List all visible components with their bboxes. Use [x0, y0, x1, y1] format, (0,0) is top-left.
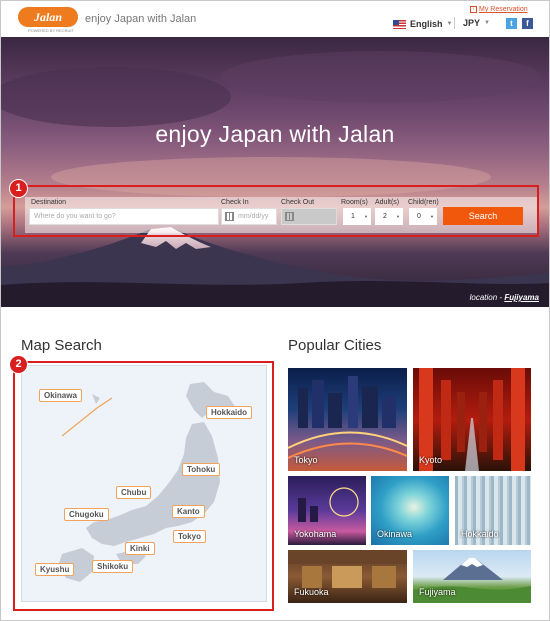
logo-subtext: POWERED BY RECRUIT	[28, 28, 74, 33]
city-card-okinawa[interactable]: Okinawa	[371, 476, 449, 545]
header-divider	[454, 17, 455, 29]
site-header: Jalan POWERED BY RECRUIT enjoy Japan wit…	[1, 1, 549, 37]
twitter-icon[interactable]: t	[506, 18, 517, 29]
annotation-box-2	[13, 361, 274, 611]
annotation-badge-2: 2	[9, 355, 28, 374]
city-name: Hokkaido	[461, 529, 499, 539]
hero-title: enjoy Japan with Jalan	[155, 121, 395, 147]
currency-selector[interactable]: JPY ▼	[463, 18, 490, 28]
header-tagline: enjoy Japan with Jalan	[85, 13, 197, 25]
facebook-icon[interactable]: f	[522, 18, 533, 29]
jalan-logo[interactable]: Jalan POWERED BY RECRUIT	[18, 7, 78, 33]
hero-banner: enjoy Japan with Jalan location - Fujiya…	[1, 37, 549, 307]
city-card-yokohama[interactable]: Yokohama	[288, 476, 366, 545]
page-frame: Jalan POWERED BY RECRUIT enjoy Japan wit…	[0, 0, 550, 621]
map-search-title: Map Search	[21, 337, 102, 354]
city-card-fukuoka[interactable]: Fukuoka	[288, 550, 407, 603]
city-name: Kyoto	[419, 455, 443, 465]
mount-fuji-illustration	[1, 37, 549, 307]
caret-down-icon: ▼	[446, 21, 453, 27]
city-card-tokyo[interactable]: Tokyo	[288, 368, 407, 471]
location-link[interactable]: Fujiyama	[504, 293, 539, 302]
city-name: Tokyo	[294, 455, 318, 465]
location-prefix: location -	[469, 293, 505, 302]
popular-cities-title: Popular Cities	[288, 337, 382, 354]
city-name: Yokohama	[294, 529, 337, 539]
photo-location: location - Fujiyama	[470, 293, 539, 302]
annotation-badge-1: 1	[9, 179, 28, 198]
us-flag-icon	[393, 19, 406, 29]
language-selector[interactable]: English ▼	[393, 18, 452, 30]
city-card-fujiyama[interactable]: Fujiyama	[413, 550, 531, 603]
my-reservation-link[interactable]: My Reservation	[479, 6, 528, 13]
logo-text: Jalan	[18, 7, 78, 27]
caret-down-icon: ▼	[484, 20, 490, 26]
language-label: English	[410, 19, 443, 29]
annotation-box-1	[13, 185, 539, 237]
city-card-hokkaido[interactable]: Hokkaido	[455, 476, 531, 545]
currency-label: JPY	[463, 18, 481, 28]
city-name: Fukuoka	[294, 587, 329, 597]
city-card-kyoto[interactable]: Kyoto	[413, 368, 531, 471]
arrow-icon: ›	[470, 6, 477, 13]
city-name: Fujiyama	[419, 587, 456, 597]
city-name: Okinawa	[377, 529, 413, 539]
